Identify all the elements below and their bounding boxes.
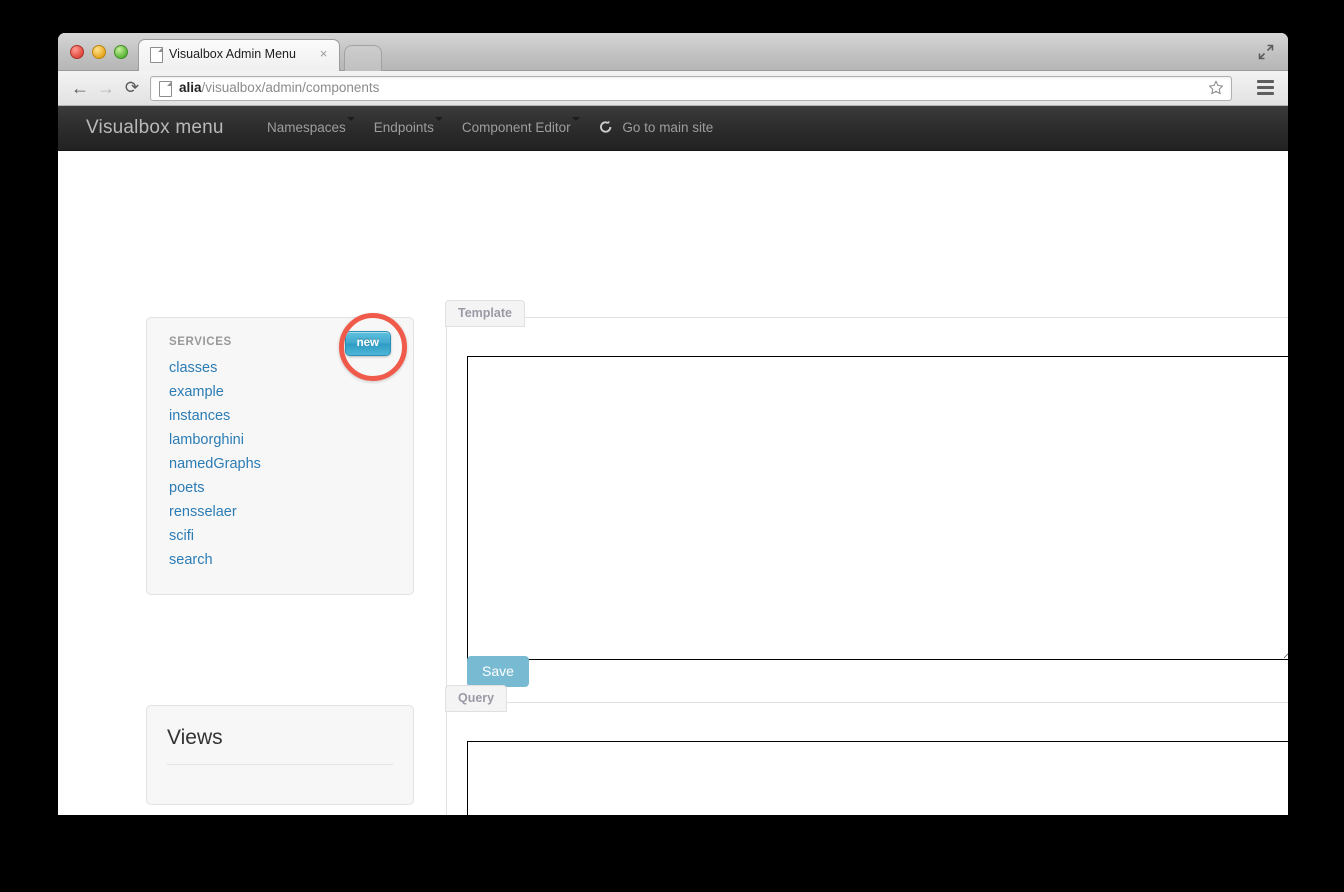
browser-tab-strip: Visualbox Admin Menu ×	[58, 33, 1288, 71]
nav-label: Endpoints	[373, 120, 434, 135]
sidebar-item-rensselaer[interactable]: rensselaer	[169, 500, 391, 524]
bookmark-star-icon[interactable]	[1208, 80, 1224, 96]
back-icon[interactable]: ←	[70, 79, 90, 99]
nav-item-namespaces[interactable]: Namespaces	[253, 106, 360, 150]
navbar-items: Namespaces Endpoints Component Editor Go…	[253, 106, 727, 150]
query-tab-label[interactable]: Query	[445, 685, 508, 712]
new-tab-button[interactable]	[344, 45, 382, 71]
close-window-button[interactable]	[70, 45, 84, 59]
sidebar-item-lamborghini[interactable]: lamborghini	[169, 428, 391, 452]
url-host: alia	[179, 80, 202, 95]
services-panel: SERVICES classes example instances lambo…	[146, 313, 414, 595]
query-panel: Query r	[445, 685, 1288, 815]
nav-item-component-editor[interactable]: Component Editor	[448, 106, 585, 150]
hamburger-menu-icon[interactable]	[1257, 80, 1274, 95]
sidebar-item-namedgraphs[interactable]: namedGraphs	[169, 452, 391, 476]
close-icon[interactable]: ×	[317, 47, 330, 60]
address-bar[interactable]: alia/visualbox/admin/components	[150, 76, 1232, 101]
page-container: SERVICES classes example instances lambo…	[58, 151, 1288, 815]
page-icon	[159, 81, 172, 97]
nav-item-endpoints[interactable]: Endpoints	[360, 106, 448, 150]
url-text: alia/visualbox/admin/components	[179, 80, 379, 95]
sidebar-item-example[interactable]: example	[169, 380, 391, 404]
menu-line	[1257, 92, 1274, 95]
sidebar-item-search[interactable]: search	[169, 548, 391, 572]
chevron-down-icon	[571, 117, 580, 121]
chevron-down-icon	[346, 117, 355, 121]
sidebar-item-classes[interactable]: classes	[169, 356, 391, 380]
browser-window: Visualbox Admin Menu × ← → ⟳ alia/visual…	[58, 33, 1288, 815]
nav-label: Component Editor	[461, 120, 571, 135]
browser-tab-active[interactable]: Visualbox Admin Menu ×	[138, 39, 340, 71]
main-content: Template Save Query r	[445, 300, 1288, 815]
fullscreen-icon[interactable]	[1258, 44, 1274, 60]
browser-toolbar: ← → ⟳ alia/visualbox/admin/components	[58, 71, 1288, 106]
menu-line	[1257, 86, 1274, 89]
menu-line	[1257, 80, 1274, 83]
forward-icon[interactable]: →	[96, 79, 116, 99]
app-navbar: Visualbox menu Namespaces Endpoints Comp…	[58, 106, 1288, 151]
template-tab-label[interactable]: Template	[445, 300, 525, 327]
nav-item-go-to-main-site[interactable]: Go to main site	[585, 106, 728, 150]
tab-title: Visualbox Admin Menu	[169, 47, 296, 61]
app-brand[interactable]: Visualbox menu	[86, 117, 224, 139]
page-icon	[150, 47, 163, 63]
sidebar-item-instances[interactable]: instances	[169, 404, 391, 428]
chevron-down-icon	[434, 117, 443, 121]
sidebar-item-poets[interactable]: poets	[169, 476, 391, 500]
maximize-window-button[interactable]	[114, 45, 128, 59]
url-path: /visualbox/admin/components	[201, 80, 380, 95]
query-editor[interactable]	[467, 741, 1288, 815]
reload-icon[interactable]: ⟳	[122, 79, 142, 99]
minimize-window-button[interactable]	[92, 45, 106, 59]
new-service-button[interactable]: new	[344, 331, 391, 356]
device-frame: Visualbox Admin Menu × ← → ⟳ alia/visual…	[0, 0, 1344, 892]
views-panel: Views	[146, 705, 414, 805]
sidebar: SERVICES classes example instances lambo…	[146, 313, 414, 595]
template-panel: Template Save	[445, 300, 1288, 706]
save-button[interactable]: Save	[467, 656, 529, 687]
template-editor[interactable]	[467, 356, 1288, 660]
sidebar-item-scifi[interactable]: scifi	[169, 524, 391, 548]
external-link-icon	[599, 120, 611, 133]
page-content: Visualbox menu Namespaces Endpoints Comp…	[58, 106, 1288, 815]
nav-label: Go to main site	[622, 120, 714, 135]
views-heading: Views	[167, 726, 393, 765]
window-controls[interactable]	[70, 45, 128, 59]
nav-label: Namespaces	[267, 120, 346, 135]
